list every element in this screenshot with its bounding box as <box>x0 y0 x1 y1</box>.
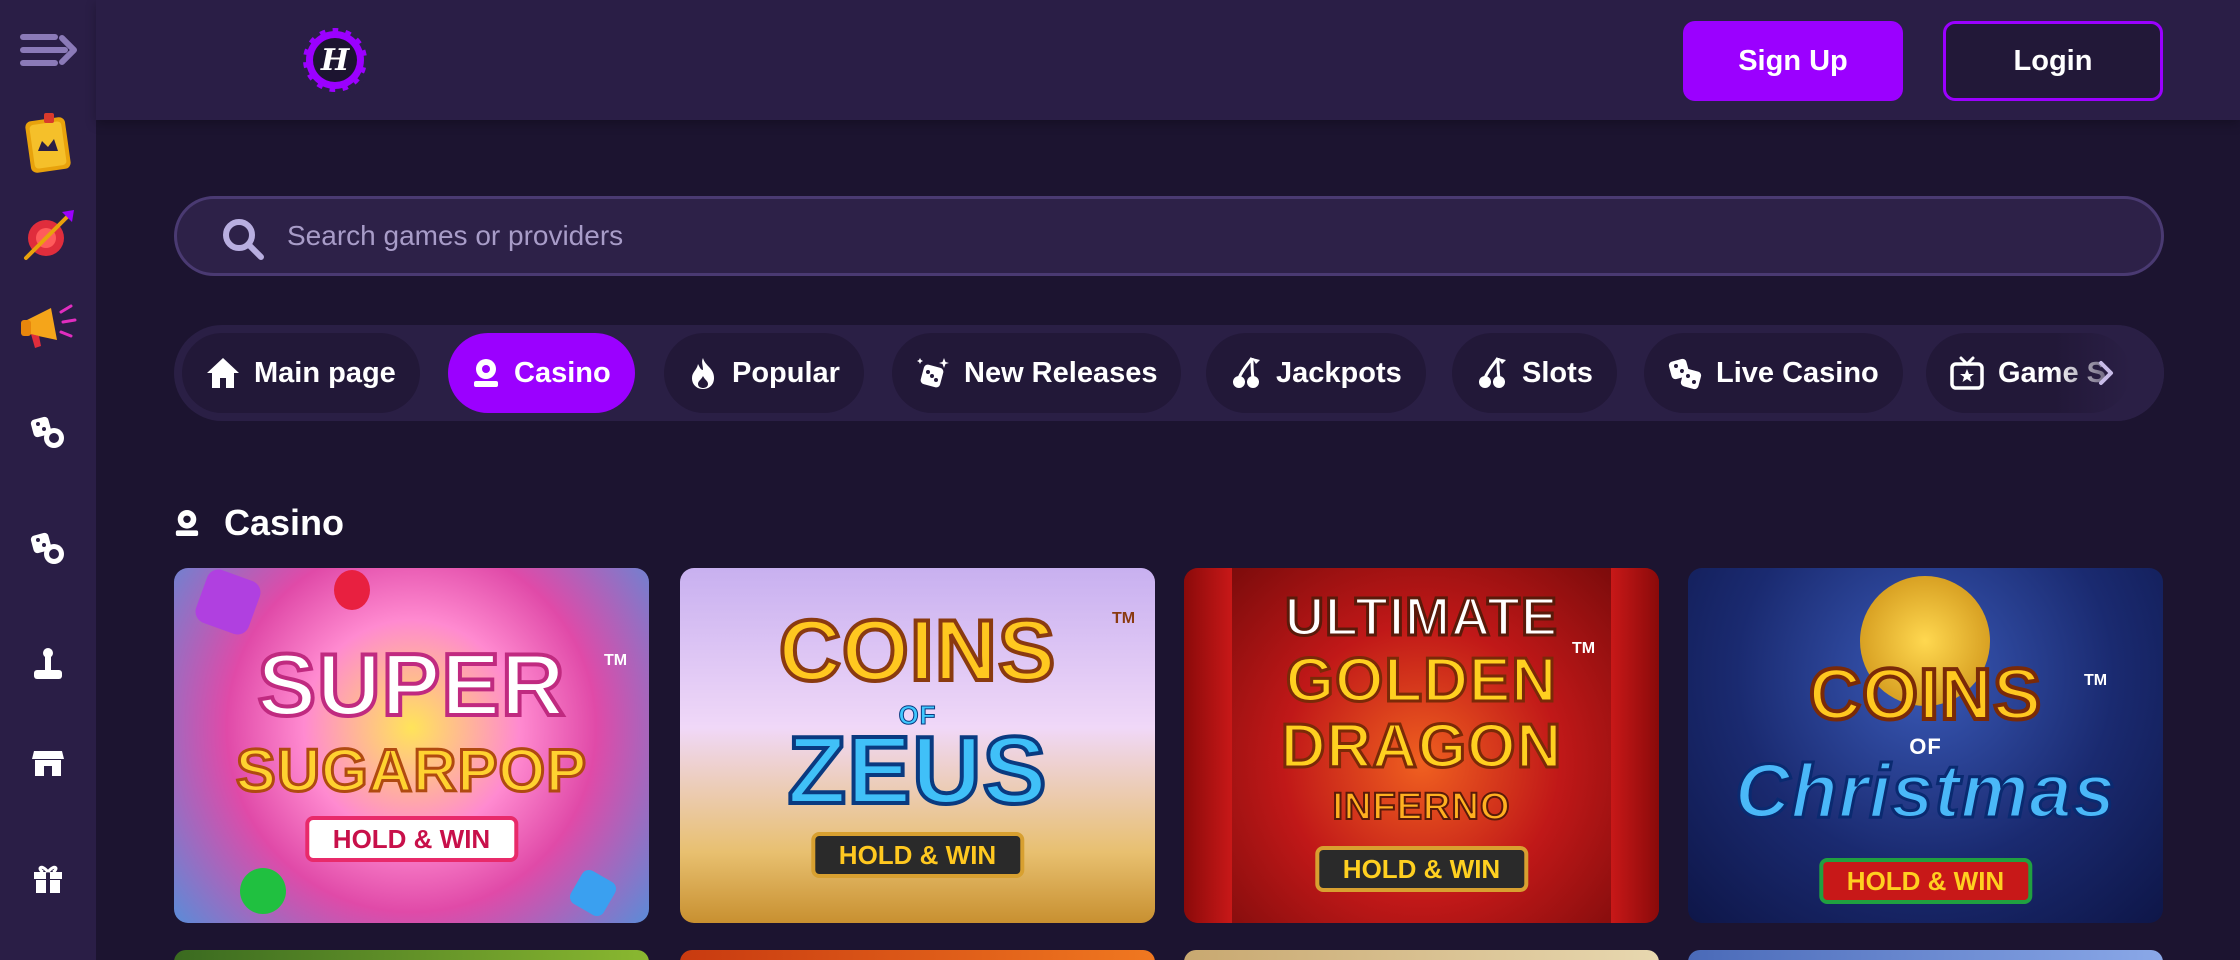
joystick-icon <box>34 648 62 679</box>
brand-logo[interactable]: H <box>300 25 370 95</box>
flame-icon <box>692 358 714 389</box>
trademark: TM <box>1572 640 1596 657</box>
tab-new-releases[interactable]: New Releases <box>892 333 1182 413</box>
tab-live-casino[interactable]: Live Casino <box>1644 333 1903 413</box>
dice-icon <box>1668 358 1702 390</box>
cherry-icon <box>1479 357 1506 388</box>
game-card-peek[interactable] <box>680 950 1155 960</box>
tab-label: Main page <box>254 356 396 389</box>
game-title-line2: GOLDEN DRAGON <box>1279 646 1563 781</box>
tab-label: Jackpots <box>1276 356 1402 389</box>
game-thumbnail: ULTIMATE GOLDEN DRAGON INFERNO TM HOLD &… <box>1184 568 1659 923</box>
game-card-coins-of-christmas[interactable]: COINS OF Christmas TM HOLD & WIN <box>1688 568 2163 923</box>
game-title-line1: COINS <box>1807 653 2043 737</box>
sidebar-item-store[interactable] <box>16 730 80 794</box>
signup-button[interactable]: Sign Up <box>1683 21 1903 101</box>
tab-label: New Releases <box>964 356 1158 389</box>
tab-main-page[interactable]: Main page <box>182 333 420 413</box>
tab-label: Casino <box>514 356 611 389</box>
search-bar <box>174 196 2164 276</box>
menu-icon <box>20 34 77 66</box>
tv-star-icon <box>1950 356 1984 390</box>
trademark: TM <box>1112 610 1136 627</box>
sidebar-item-live-casino[interactable] <box>16 516 80 580</box>
tab-slots[interactable]: Slots <box>1452 333 1617 413</box>
game-card-coins-of-zeus[interactable]: COINS OF ZEUS TM HOLD & WIN <box>680 568 1155 923</box>
dice-chip-icon <box>30 532 64 564</box>
sidebar <box>0 0 96 960</box>
game-card-super-sugarpop[interactable]: SUPER SUGARPOP TM HOLD & WIN <box>174 568 649 923</box>
game-title-line1: ULTIMATE <box>1284 586 1559 649</box>
cherry-icon <box>1233 357 1260 388</box>
chevron-right-icon[interactable] <box>2088 355 2124 391</box>
game-title-line3: INFERNO <box>1332 785 1511 829</box>
trademark: TM <box>604 652 628 669</box>
tab-casino[interactable]: Casino <box>448 333 635 413</box>
dice-sparkle-icon <box>917 358 949 388</box>
casino-chip-icon <box>175 510 199 536</box>
gift-icon <box>34 865 62 893</box>
game-title-line1: COINS <box>777 601 1057 701</box>
casino-chip-icon <box>474 359 498 387</box>
login-button[interactable]: Login <box>1943 21 2163 101</box>
store-icon <box>32 751 64 776</box>
hold-win-badge: HOLD & WIN <box>1818 858 2033 904</box>
logo-letter: H <box>320 42 350 78</box>
category-tabs: Main page Casino Popular New Releases Ja… <box>174 325 2164 421</box>
top-header: H Sign Up Login <box>96 0 2240 120</box>
candy-decoration <box>192 568 264 638</box>
game-thumbnail: COINS OF ZEUS TM HOLD & WIN <box>680 568 1155 923</box>
vip-badge-icon <box>25 113 71 173</box>
tab-popular[interactable]: Popular <box>664 333 864 413</box>
sidebar-item-promotions[interactable] <box>16 294 80 358</box>
dice-chip-icon <box>30 416 64 448</box>
hold-win-badge: HOLD & WIN <box>810 832 1025 878</box>
game-thumbnail: SUPER SUGARPOP TM HOLD & WIN <box>174 568 649 923</box>
section-header-casino: Casino <box>174 502 344 544</box>
game-card-peek[interactable] <box>174 950 649 960</box>
game-title-line3: Christmas <box>1734 748 2117 836</box>
trademark: TM <box>2084 672 2108 689</box>
game-card-peek[interactable] <box>1688 950 2163 960</box>
game-card-peek[interactable] <box>1184 950 1659 960</box>
dart-target-icon <box>24 210 74 260</box>
sidebar-item-gifts[interactable] <box>16 846 80 910</box>
sidebar-item-casino[interactable] <box>16 400 80 464</box>
section-title: Casino <box>224 502 345 543</box>
game-card-ultimate-golden-dragon[interactable]: ULTIMATE GOLDEN DRAGON INFERNO TM HOLD &… <box>1184 568 1659 923</box>
game-thumbnail: COINS OF Christmas TM HOLD & WIN <box>1688 568 2163 923</box>
tab-jackpots[interactable]: Jackpots <box>1206 333 1426 413</box>
candy-decoration <box>334 570 370 610</box>
candy-decoration <box>240 868 286 914</box>
sidebar-item-vip[interactable] <box>16 110 80 174</box>
candy-decoration <box>567 867 619 919</box>
sidebar-item-missions[interactable] <box>16 202 80 266</box>
tab-label: Live Casino <box>1716 356 1879 389</box>
game-title-line1: SUPER <box>255 633 566 736</box>
tab-label: Popular <box>732 356 840 389</box>
home-icon <box>207 358 239 388</box>
sidebar-item-games[interactable] <box>16 632 80 696</box>
hold-win-badge: HOLD & WIN <box>1314 846 1529 892</box>
megaphone-icon <box>21 304 77 348</box>
tab-label: Slots <box>1522 356 1593 389</box>
search-icon <box>223 219 264 260</box>
game-title-line3: ZEUS <box>785 715 1048 826</box>
menu-toggle-button[interactable] <box>16 18 80 82</box>
search-input[interactable] <box>287 199 2127 273</box>
game-title-line2: SUGARPOP <box>234 736 588 806</box>
hold-win-badge: HOLD & WIN <box>304 816 519 862</box>
